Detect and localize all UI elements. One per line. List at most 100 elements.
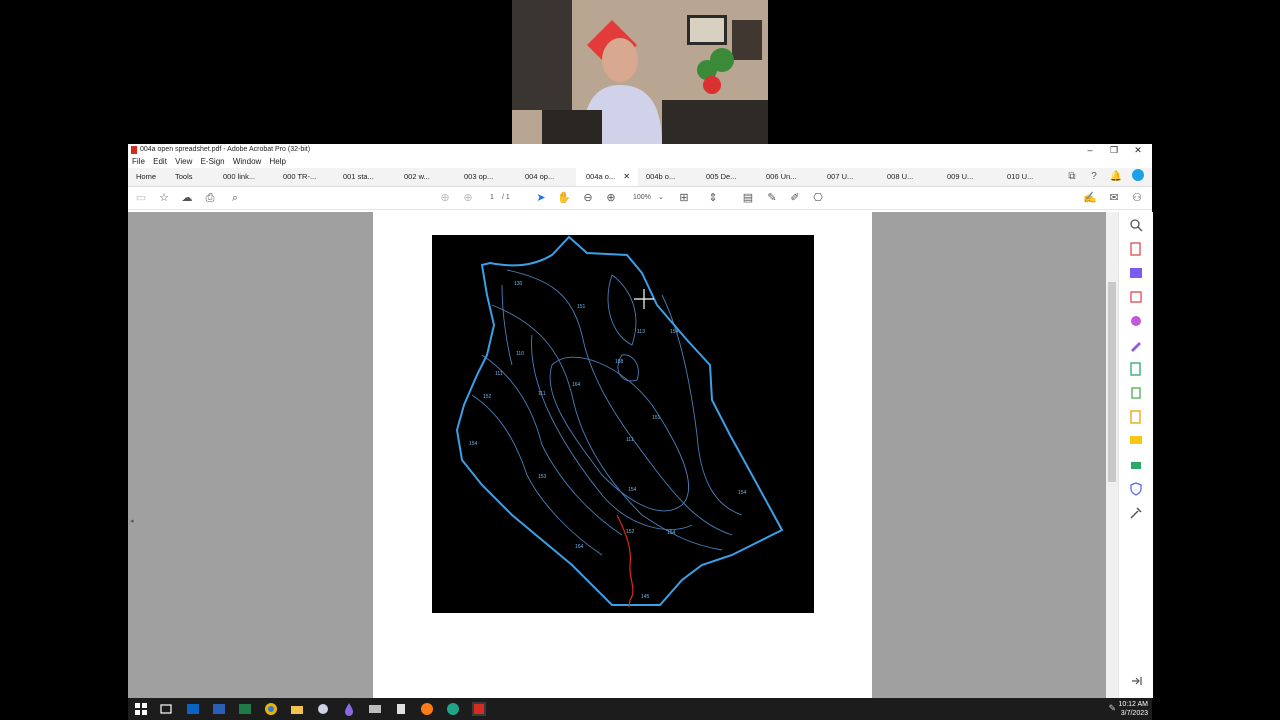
expand-left-panel-icon[interactable]: ◂ (130, 517, 134, 525)
document-tab[interactable]: 007 U... (827, 168, 853, 186)
windows-start-icon[interactable] (134, 702, 148, 716)
hand-tool-icon[interactable]: ✋ (556, 190, 572, 206)
print-production-icon[interactable] (1129, 458, 1143, 472)
fill-sign-icon[interactable] (1129, 338, 1143, 352)
page-number-input[interactable]: 1 (486, 192, 498, 204)
document-tab[interactable]: 005 De... (706, 168, 736, 186)
document-tab[interactable]: 009 U... (947, 168, 973, 186)
zoom-level-select[interactable]: 100% (633, 192, 651, 204)
close-tab-icon[interactable]: ✕ (623, 172, 630, 181)
account-icon[interactable] (1130, 169, 1146, 185)
menu-file[interactable]: File (132, 157, 145, 166)
chevron-down-icon[interactable]: ⌄ (658, 192, 664, 204)
firefox-icon[interactable] (420, 702, 434, 716)
contour-label: 111 (626, 437, 634, 443)
scanner-app-icon[interactable] (368, 702, 382, 716)
print-icon[interactable]: ⎙ (202, 190, 218, 206)
upload-cloud-icon[interactable]: ☁ (179, 190, 195, 206)
menu-esign[interactable]: E-Sign (201, 157, 225, 166)
file-explorer-icon[interactable] (290, 702, 304, 716)
maximize-button[interactable]: ❐ (1104, 144, 1124, 156)
sign-icon[interactable]: ✍ (1082, 190, 1098, 206)
system-clock[interactable]: 10:12 AM 3/7/2023 (1118, 700, 1148, 718)
document-tab[interactable]: 000 link... (223, 168, 255, 186)
snipping-tool-icon[interactable] (316, 702, 330, 716)
zoom-out-icon[interactable]: ⊖ (580, 190, 596, 206)
contour-label: 145 (641, 594, 650, 600)
create-pdf-icon[interactable] (1129, 242, 1143, 256)
document-tab[interactable]: 004 op... (525, 168, 554, 186)
organize-pages-icon[interactable] (1129, 290, 1143, 304)
document-view[interactable]: ◂ 130 151 113 154 110 158 111 164 152 15… (128, 212, 1106, 698)
tools-tab[interactable]: Tools (175, 168, 193, 186)
document-tab[interactable]: 000 TR-... (283, 168, 316, 186)
document-tab[interactable]: 004b o... (646, 168, 675, 186)
home-tab[interactable]: Home (136, 168, 156, 186)
search-icon[interactable]: ⌕ (227, 190, 243, 206)
contour-label: 154 (670, 329, 679, 335)
user-icon[interactable]: ⚇ (1129, 190, 1145, 206)
more-tools-icon[interactable] (1129, 506, 1143, 520)
acrobat-taskbar-icon[interactable] (472, 702, 486, 716)
minimize-button[interactable]: – (1080, 144, 1100, 156)
scan-ocr-icon[interactable] (1129, 386, 1143, 400)
protect-icon[interactable] (1129, 410, 1143, 424)
document-tab[interactable]: 010 U... (1007, 168, 1033, 186)
document-tab[interactable]: 008 U... (887, 168, 913, 186)
pen-tray-icon[interactable]: ✎ (1108, 703, 1116, 714)
edge-icon[interactable] (446, 702, 460, 716)
menu-help[interactable]: Help (270, 157, 286, 166)
share-icon[interactable]: ⧉ (1064, 169, 1080, 185)
word-icon[interactable] (212, 702, 226, 716)
webcam-video (512, 0, 768, 144)
scrollbar-thumb[interactable] (1108, 282, 1116, 482)
document-tab[interactable]: 002 w... (404, 168, 430, 186)
contour-label: 154 (667, 530, 676, 536)
stamp-icon[interactable]: ⎔ (810, 190, 826, 206)
menu-bar: File Edit View E-Sign Window Help (128, 156, 1152, 168)
export-pdf-icon[interactable] (1129, 362, 1143, 376)
outlook-icon[interactable] (186, 702, 200, 716)
email-icon[interactable]: ✉ (1106, 190, 1122, 206)
usb-app-icon[interactable] (394, 702, 408, 716)
combine-files-icon[interactable] (1129, 266, 1143, 280)
watershed-boundary (455, 235, 784, 606)
vertical-scrollbar[interactable] (1106, 212, 1118, 698)
document-tab[interactable]: 006 Un... (766, 168, 796, 186)
close-button[interactable]: ✕ (1128, 144, 1148, 156)
comment-tool-icon[interactable] (1129, 434, 1143, 448)
menu-window[interactable]: Window (233, 157, 261, 166)
chrome-icon[interactable] (264, 702, 278, 716)
collapse-panel-icon[interactable] (1129, 674, 1143, 688)
shield-icon[interactable] (1129, 482, 1143, 496)
window-title: 004a open spreadshet.pdf - Adobe Acrobat… (140, 146, 311, 153)
document-tab-bar: Home Tools 000 link... 000 TR-... 001 st… (128, 168, 1152, 187)
zoom-search-icon[interactable] (1129, 218, 1143, 232)
tools-pane (1118, 212, 1153, 698)
fit-page-icon[interactable]: ⊞ (676, 190, 692, 206)
comment-icon[interactable]: ▤ (740, 190, 756, 206)
highlight-pen-icon[interactable]: ✎ (764, 190, 780, 206)
excel-icon[interactable] (238, 702, 252, 716)
document-tab[interactable]: 001 sta... (343, 168, 374, 186)
help-icon[interactable]: ? (1086, 169, 1102, 185)
save-icon[interactable]: ▭ (133, 190, 149, 206)
bookmark-star-icon[interactable]: ☆ (156, 190, 172, 206)
previous-page-icon[interactable]: ⊕ (437, 190, 453, 206)
pdf-page: 130 151 113 154 110 158 111 164 152 151 … (373, 212, 872, 698)
select-cursor-icon[interactable]: ➤ (533, 190, 549, 206)
menu-edit[interactable]: Edit (153, 157, 167, 166)
main-toolbar: ▭ ☆ ☁ ⎙ ⌕ ⊕ ⊕ 1 / 1 ➤ ✋ ⊖ ⊕ 100% ⌄ ⊞ ⇕ ▤… (128, 187, 1152, 210)
edit-pdf-icon[interactable] (1129, 314, 1143, 328)
document-tab[interactable]: 003 op... (464, 168, 493, 186)
scroll-mode-icon[interactable]: ⇕ (705, 190, 721, 206)
next-page-icon[interactable]: ⊕ (460, 190, 476, 206)
notifications-icon[interactable]: 🔔 (1108, 169, 1124, 185)
zoom-in-icon[interactable]: ⊕ (603, 190, 619, 206)
title-bar: 004a open spreadshet.pdf - Adobe Acrobat… (128, 144, 1152, 156)
document-tab-active[interactable]: 004a o... ✕ (576, 168, 638, 186)
menu-view[interactable]: View (175, 157, 192, 166)
paint-drop-icon[interactable] (342, 702, 356, 716)
draw-icon[interactable]: ✐ (787, 190, 803, 206)
task-view-icon[interactable] (159, 702, 173, 716)
